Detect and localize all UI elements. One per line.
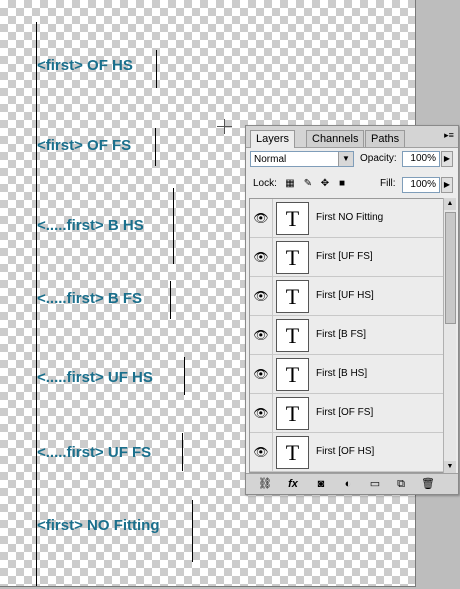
panel-tabs: Layers Channels Paths ▸≡ <box>246 126 458 148</box>
crosshair-cursor-icon <box>217 119 232 134</box>
text-layer-b-hs[interactable]: <.....first> B HS <box>37 217 144 234</box>
type-layer-thumbnail: T <box>276 202 309 235</box>
eye-icon[interactable]: 👁 <box>250 355 273 393</box>
layer-list-scrollbar[interactable]: ▲ ▼ <box>443 198 456 473</box>
eye-icon[interactable]: 👁 <box>250 394 273 432</box>
blend-mode-value: Normal <box>254 154 287 165</box>
layer-name[interactable]: First [OF FS] <box>316 394 373 432</box>
layer-row[interactable]: 👁 T First [B FS] <box>250 316 445 355</box>
text-layer-b-fs[interactable]: <.....first> B FS <box>37 290 142 307</box>
fill-field[interactable]: 100% <box>402 177 440 193</box>
type-layer-thumbnail: T <box>276 280 309 313</box>
type-layer-thumbnail: T <box>276 319 309 352</box>
layer-row[interactable]: 👁 T First NO Fitting <box>250 199 445 238</box>
lock-label: Lock: <box>253 178 277 189</box>
text-frame-edge <box>184 357 185 395</box>
opacity-field[interactable]: 100% <box>402 151 440 167</box>
layer-name[interactable]: First [UF FS] <box>316 238 373 276</box>
layer-name[interactable]: First NO Fitting <box>316 199 383 237</box>
lock-all-icon[interactable]: ■ <box>336 178 348 190</box>
text-layer-of-fs[interactable]: <first> OF FS <box>37 137 131 154</box>
layer-row[interactable]: 👁 T First [UF HS] <box>250 277 445 316</box>
tab-paths[interactable]: Paths <box>365 130 406 147</box>
tab-channels[interactable]: Channels <box>306 130 365 147</box>
text-layer-no-fitting[interactable]: <first> NO Fitting <box>37 517 160 534</box>
fill-label: Fill: <box>380 178 396 189</box>
trash-icon[interactable]: 🗑 <box>421 477 435 491</box>
layer-row[interactable]: 👁 T First [B HS] <box>250 355 445 394</box>
type-layer-thumbnail: T <box>276 436 309 469</box>
opacity-label: Opacity: <box>360 153 397 164</box>
lock-position-icon[interactable]: ✥ <box>319 178 331 190</box>
type-layer-thumbnail: T <box>276 241 309 274</box>
fx-icon[interactable]: fx <box>286 477 300 491</box>
text-frame-edge <box>192 500 193 562</box>
text-frame-edge <box>182 433 183 471</box>
layer-row[interactable]: 👁 T First [UF FS] <box>250 238 445 277</box>
layer-row[interactable]: 👁 T First [OF FS] <box>250 394 445 433</box>
eye-icon[interactable]: 👁 <box>250 433 273 471</box>
link-icon[interactable]: ⛓ <box>258 477 272 491</box>
panel-bottom-toolbar: ⛓ fx ◙ ◐ ▭ ⧉ 🗑 <box>246 473 458 494</box>
layer-name[interactable]: First [OF HS] <box>316 433 374 471</box>
adjustment-icon[interactable]: ◐ <box>341 477 355 491</box>
layer-row[interactable]: 👁 T First [OF HS] <box>250 433 445 472</box>
new-layer-icon[interactable]: ⧉ <box>394 477 408 491</box>
scroll-down-icon[interactable]: ▼ <box>444 461 456 473</box>
panel-menu-icon[interactable]: ▸≡ <box>442 128 456 142</box>
eye-icon[interactable]: 👁 <box>250 277 273 315</box>
folder-icon[interactable]: ▭ <box>368 477 382 491</box>
eye-icon[interactable]: 👁 <box>250 238 273 276</box>
eye-icon[interactable]: 👁 <box>250 199 273 237</box>
mask-icon[interactable]: ◙ <box>314 477 328 491</box>
text-layer-uf-fs[interactable]: <.....first> UF FS <box>37 444 151 461</box>
layer-name[interactable]: First [B HS] <box>316 355 367 393</box>
chevron-down-icon: ▼ <box>338 152 353 166</box>
text-frame-edge <box>170 281 171 319</box>
text-frame-edge <box>173 188 174 264</box>
tab-layers[interactable]: Layers <box>250 130 296 148</box>
lock-transparent-icon[interactable]: ▦ <box>284 178 296 190</box>
type-layer-thumbnail: T <box>276 358 309 391</box>
text-layer-uf-hs[interactable]: <.....first> UF HS <box>37 369 153 386</box>
layer-name[interactable]: First [UF HS] <box>316 277 374 315</box>
type-layer-thumbnail: T <box>276 397 309 430</box>
scroll-up-icon[interactable]: ▲ <box>444 198 456 210</box>
scrollbar-thumb[interactable] <box>445 212 456 324</box>
blend-mode-select[interactable]: Normal ▼ <box>250 151 354 167</box>
opacity-slider-arrow-icon[interactable]: ▶ <box>441 151 453 167</box>
lock-paint-brush-icon[interactable]: ✎ <box>302 178 314 190</box>
layer-name[interactable]: First [B FS] <box>316 316 366 354</box>
fill-slider-arrow-icon[interactable]: ▶ <box>441 177 453 193</box>
text-frame-edge <box>155 128 156 166</box>
text-frame-edge <box>156 50 157 88</box>
layers-panel: Layers Channels Paths ▸≡ Normal ▼ Opacit… <box>245 125 459 495</box>
eye-icon[interactable]: 👁 <box>250 316 273 354</box>
layer-list: 👁 T First NO Fitting 👁 T First [UF FS] 👁… <box>249 198 446 473</box>
text-layer-of-hs[interactable]: <first> OF HS <box>37 57 133 74</box>
